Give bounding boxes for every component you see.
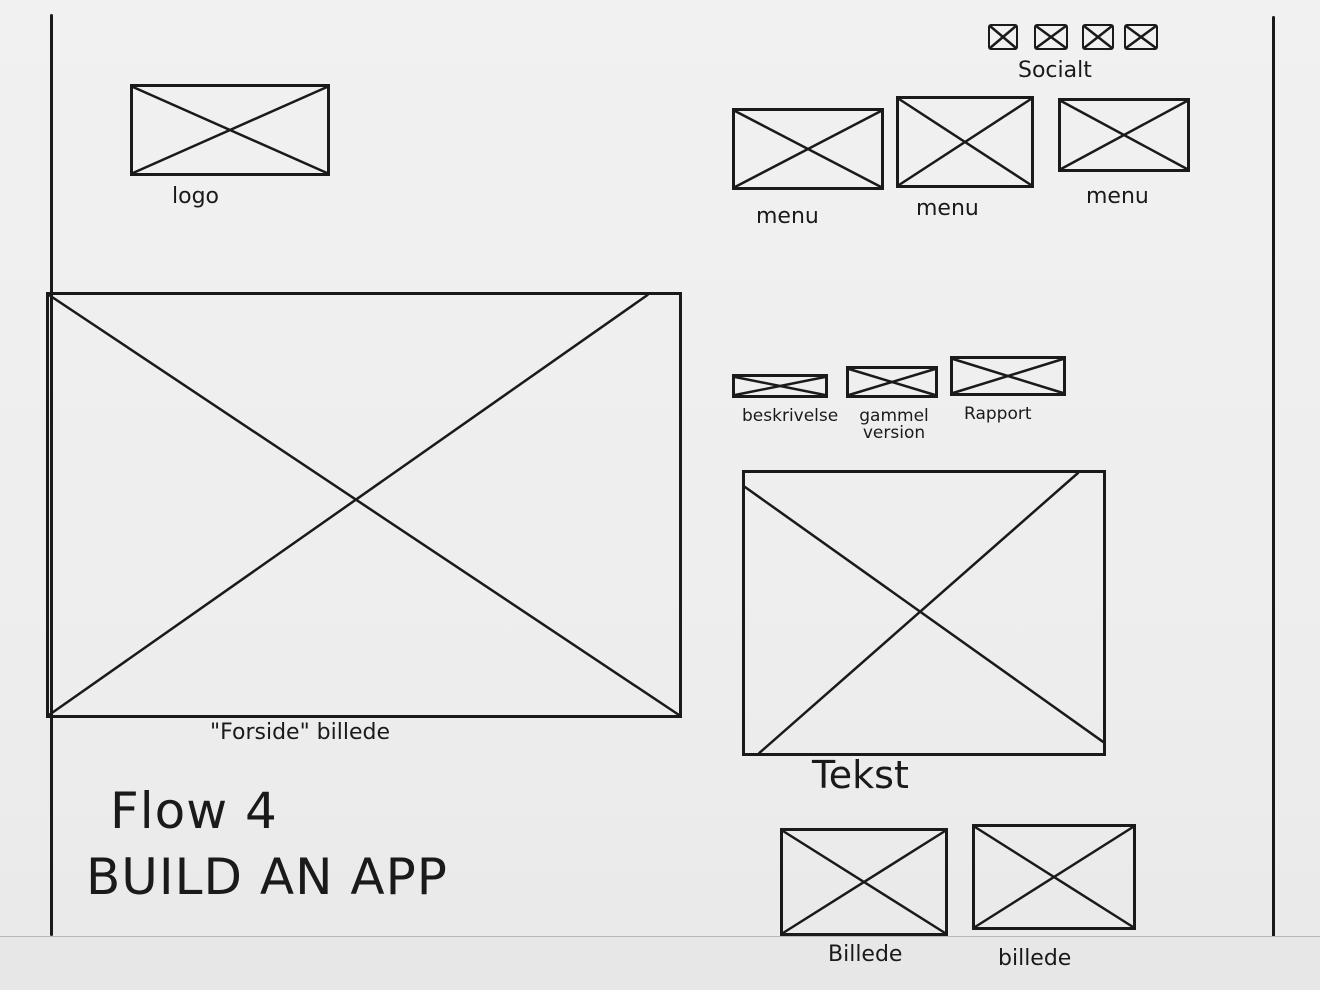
gallery-image-2-label: billede: [998, 946, 1072, 971]
placeholder-cross-icon: [990, 26, 1016, 48]
placeholder-cross-icon: [735, 377, 825, 395]
placeholder-cross-icon: [1084, 26, 1112, 48]
right-margin-line: [1272, 16, 1275, 942]
subnav-item-3[interactable]: [950, 356, 1066, 396]
placeholder-cross-icon: [1126, 26, 1156, 48]
hero-image-placeholder: [46, 292, 682, 718]
social-icon-3[interactable]: [1082, 24, 1114, 50]
placeholder-cross-icon: [745, 473, 1103, 753]
sketch-page: logo Socialt menu menu menu "Forside" bi…: [0, 0, 1320, 990]
placeholder-cross-icon: [1036, 26, 1066, 48]
menu-item-2[interactable]: [896, 96, 1034, 188]
placeholder-cross-icon: [783, 831, 945, 933]
social-label: Socialt: [1018, 58, 1092, 83]
subnav-item-2[interactable]: [846, 366, 938, 398]
subnav-item-3-label: Rapport: [964, 404, 1032, 424]
placeholder-cross-icon: [1061, 101, 1187, 169]
social-icon-1[interactable]: [988, 24, 1018, 50]
text-block-placeholder: [742, 470, 1106, 756]
page-bottom-edge: [0, 936, 1320, 990]
flow-title: Flow 4: [110, 782, 278, 840]
gallery-image-1[interactable]: [780, 828, 948, 936]
placeholder-cross-icon: [953, 359, 1063, 393]
placeholder-cross-icon: [133, 87, 327, 173]
logo-placeholder[interactable]: [130, 84, 330, 176]
subnav-item-1-label: beskrivelse: [742, 406, 839, 426]
social-icon-4[interactable]: [1124, 24, 1158, 50]
placeholder-cross-icon: [735, 111, 881, 187]
hero-caption: "Forside" billede: [210, 720, 391, 745]
flow-subtitle: BUILD AN APP: [86, 848, 448, 906]
menu-item-1-label: menu: [756, 204, 819, 229]
subnav-item-2-label: gammel version: [859, 406, 929, 443]
gallery-image-2[interactable]: [972, 824, 1136, 930]
placeholder-cross-icon: [49, 295, 679, 715]
subnav-item-1[interactable]: [732, 374, 828, 398]
placeholder-cross-icon: [849, 369, 935, 395]
placeholder-cross-icon: [899, 99, 1031, 185]
placeholder-cross-icon: [975, 827, 1133, 927]
menu-item-2-label: menu: [916, 196, 979, 221]
social-icon-2[interactable]: [1034, 24, 1068, 50]
text-block-label: Tekst: [812, 753, 909, 797]
logo-label: logo: [172, 184, 219, 209]
gallery-image-1-label: Billede: [828, 942, 903, 967]
menu-item-3[interactable]: [1058, 98, 1190, 172]
menu-item-1[interactable]: [732, 108, 884, 190]
menu-item-3-label: menu: [1086, 184, 1149, 209]
